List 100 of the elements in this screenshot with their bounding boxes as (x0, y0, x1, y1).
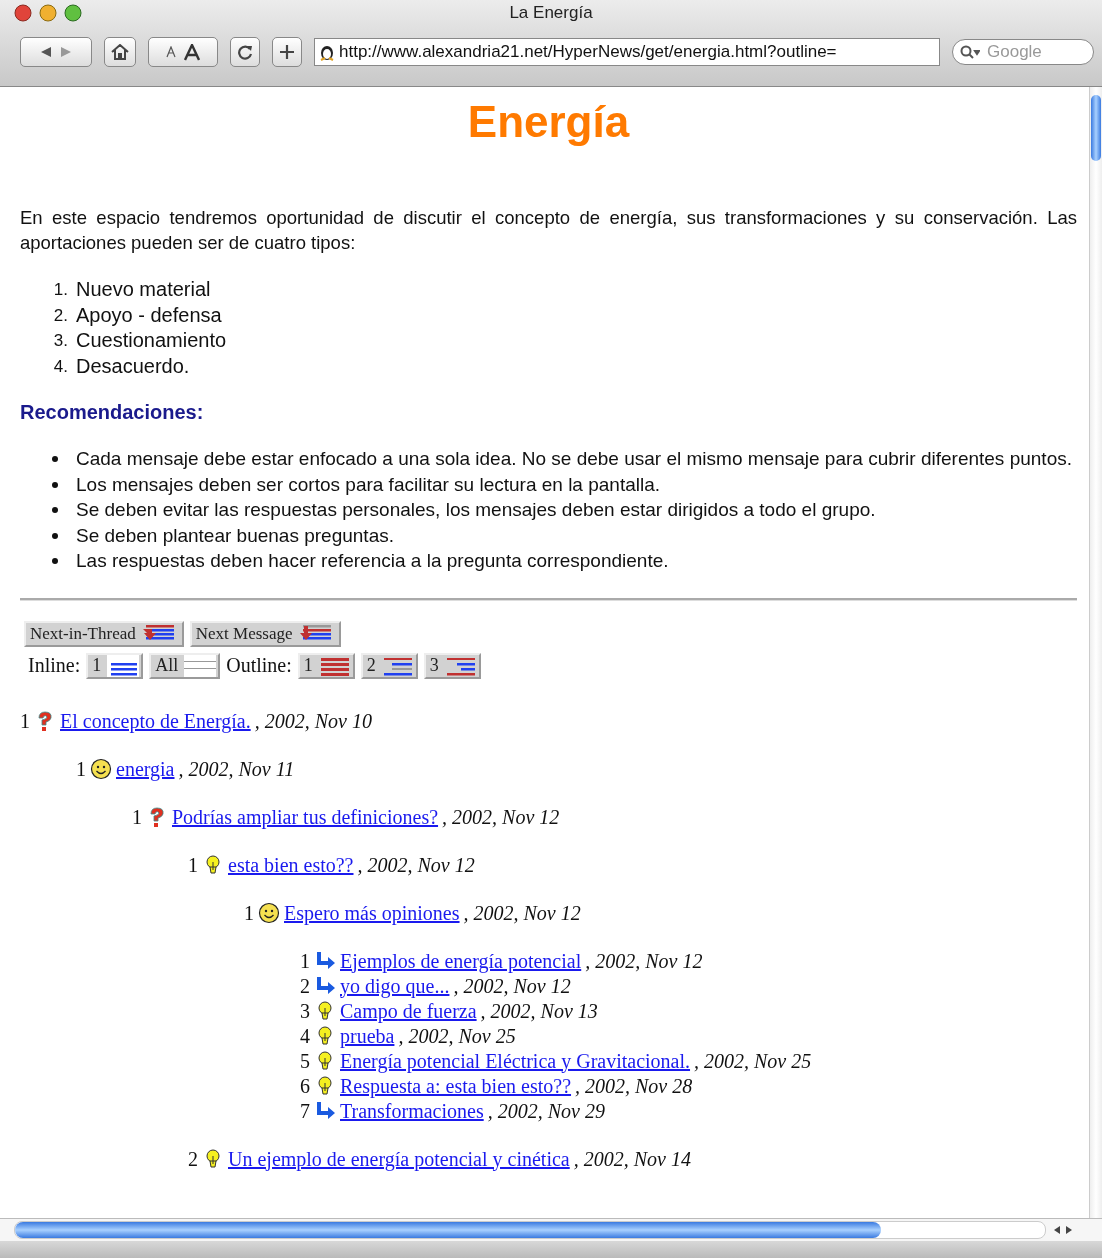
message-link[interactable]: Respuesta a: esta bien esto?? (340, 1073, 572, 1099)
add-bookmark-button[interactable] (272, 37, 302, 67)
message-link[interactable]: esta bien esto?? (228, 852, 354, 878)
item-number: 1 (132, 804, 142, 830)
home-icon (111, 44, 129, 60)
bullet-icon (52, 558, 58, 564)
right-arrow-icon[interactable] (1064, 1225, 1074, 1235)
message-link[interactable]: Ejemplos de energía potencial (340, 948, 582, 974)
list-item: Se deben evitar las respuestas personales, los mensajes deben estar dirigidos a todo el grupo. (76, 498, 876, 522)
nav-button[interactable]: Next Message (189, 620, 341, 647)
outline-button[interactable]: 3 (423, 652, 481, 679)
list-item: Desacuerdo. (76, 353, 190, 379)
message-date: , 2002, Nov 12 (463, 900, 581, 926)
intro-paragraph: En este espacio tendremos oportunidad de discutir el concepto de energía, sus transformaciones y su conservación. Las aportaciones pueden ser de cuatro tipos: (20, 206, 1077, 255)
lines-icon (184, 654, 217, 677)
window-title: La Energía (509, 3, 593, 22)
item-number: 2 (188, 1146, 198, 1172)
list-number: 1. (52, 279, 68, 301)
section-heading: Recomendaciones: (20, 401, 204, 424)
close-icon[interactable] (14, 4, 32, 22)
plus-icon (279, 44, 295, 60)
message-link[interactable]: Espero más opiniones (284, 900, 460, 926)
message-date: , 2002, Nov 12 (442, 804, 560, 830)
bullet-icon (52, 507, 58, 513)
inline-button[interactable]: All (149, 652, 221, 679)
list-item: Las respuestas deben hacer referencia a la pregunta correspondiente. (76, 549, 669, 573)
smiley-icon (90, 758, 112, 780)
turn-arrow-icon (314, 976, 336, 996)
message-link[interactable]: El concepto de Energía. (60, 708, 251, 734)
message-link[interactable]: Un ejemplo de energía potencial y cinética (228, 1146, 570, 1172)
turn-arrow-icon (314, 1101, 336, 1121)
message-date: , 2002, Nov 25 (694, 1048, 812, 1074)
reload-button[interactable] (230, 37, 260, 67)
list-number: 2. (52, 304, 68, 327)
message-link[interactable]: Podrías ampliar tus definiciones? (172, 804, 439, 830)
list-item: Cada mensaje debe estar enfocado a una sola idea. No se debe usar el mismo mensaje para cubrir diferentes puntos. (76, 447, 1072, 471)
penguin-icon (319, 43, 335, 61)
bullet-icon (52, 532, 58, 539)
item-number: 6 (300, 1073, 310, 1099)
message-date: , 2002, Nov 12 (453, 973, 571, 999)
smiley-icon (258, 902, 280, 924)
left-arrow-icon[interactable] (1052, 1225, 1062, 1235)
message-link[interactable]: Transformaciones (340, 1098, 484, 1124)
page-heading: Energía (467, 97, 630, 147)
message-date: , 2002, Nov 29 (487, 1098, 605, 1124)
item-number: 5 (300, 1048, 310, 1074)
list-number: 3. (52, 330, 68, 352)
item-number: 1 (76, 756, 86, 782)
message-date: , 2002, Nov 14 (573, 1146, 691, 1172)
horizontal-scrollbar[interactable] (14, 1221, 1046, 1239)
item-number: 1 (300, 948, 310, 974)
outline-button[interactable]: 1 (297, 652, 355, 679)
reload-icon (237, 44, 253, 60)
address-field[interactable]: http://www.alexandria21.net/HyperNews/get/energia.html?outline= (314, 38, 940, 66)
item-number: 7 (300, 1098, 310, 1124)
back-icon (40, 46, 52, 58)
list-item: Cuestionamiento (76, 328, 227, 353)
message-link[interactable]: yo digo que... (340, 973, 450, 999)
item-number: 4 (300, 1023, 310, 1049)
message-date: , 2002, Nov 25 (398, 1023, 516, 1049)
list-item: Los mensajes deben ser cortos para facilitar su lectura en la pantalla. (76, 472, 661, 497)
lines-icon (107, 654, 140, 677)
item-number: 3 (300, 998, 310, 1024)
message-date: , 2002, Nov 10 (254, 708, 372, 734)
list-number: 4. (52, 355, 68, 378)
list-item: Se deben plantear buenas preguntas. (76, 523, 394, 548)
inline-button[interactable]: 1 (86, 652, 144, 679)
message-link[interactable]: Energía potencial Eléctrica y Gravitacional. (340, 1048, 691, 1074)
message-link[interactable]: Campo de fuerza (340, 998, 477, 1024)
message-date: , 2002, Nov 12 (357, 852, 475, 878)
bullet-icon (52, 456, 58, 462)
maximize-icon[interactable] (64, 4, 82, 22)
message-date: , 2002, Nov 13 (480, 998, 598, 1024)
outline-label: Outline: (226, 654, 292, 677)
large-letter-icon (184, 43, 200, 61)
message-link[interactable]: prueba (340, 1023, 395, 1049)
minimize-icon[interactable] (39, 4, 57, 22)
list-item: Nuevo material (76, 277, 211, 302)
list-item: Apoyo - defensa (76, 302, 222, 328)
turn-arrow-icon (314, 951, 336, 971)
nav-button[interactable]: Next-in-Thread (24, 620, 184, 647)
back-forward-button[interactable] (20, 37, 92, 67)
item-number: 1 (20, 708, 30, 734)
home-button[interactable] (104, 37, 136, 67)
forward-icon (60, 46, 72, 58)
message-date: , 2002, Nov 28 (575, 1073, 693, 1099)
inline-label: Inline: (28, 654, 81, 677)
message-link[interactable]: energia (116, 756, 175, 782)
item-number: 2 (300, 973, 310, 999)
bullet-icon (52, 481, 58, 488)
search-field[interactable]: Google (952, 39, 1094, 65)
search-icon (960, 45, 980, 59)
vertical-scrollbar[interactable] (1089, 87, 1102, 1218)
outline-button[interactable]: 2 (360, 652, 418, 679)
item-number: 1 (244, 900, 254, 926)
item-number: 1 (188, 852, 198, 878)
text-size-button[interactable] (148, 37, 218, 67)
message-date: , 2002, Nov 12 (585, 948, 703, 974)
small-letter-icon (166, 46, 176, 58)
message-date: , 2002, Nov 11 (178, 756, 295, 782)
